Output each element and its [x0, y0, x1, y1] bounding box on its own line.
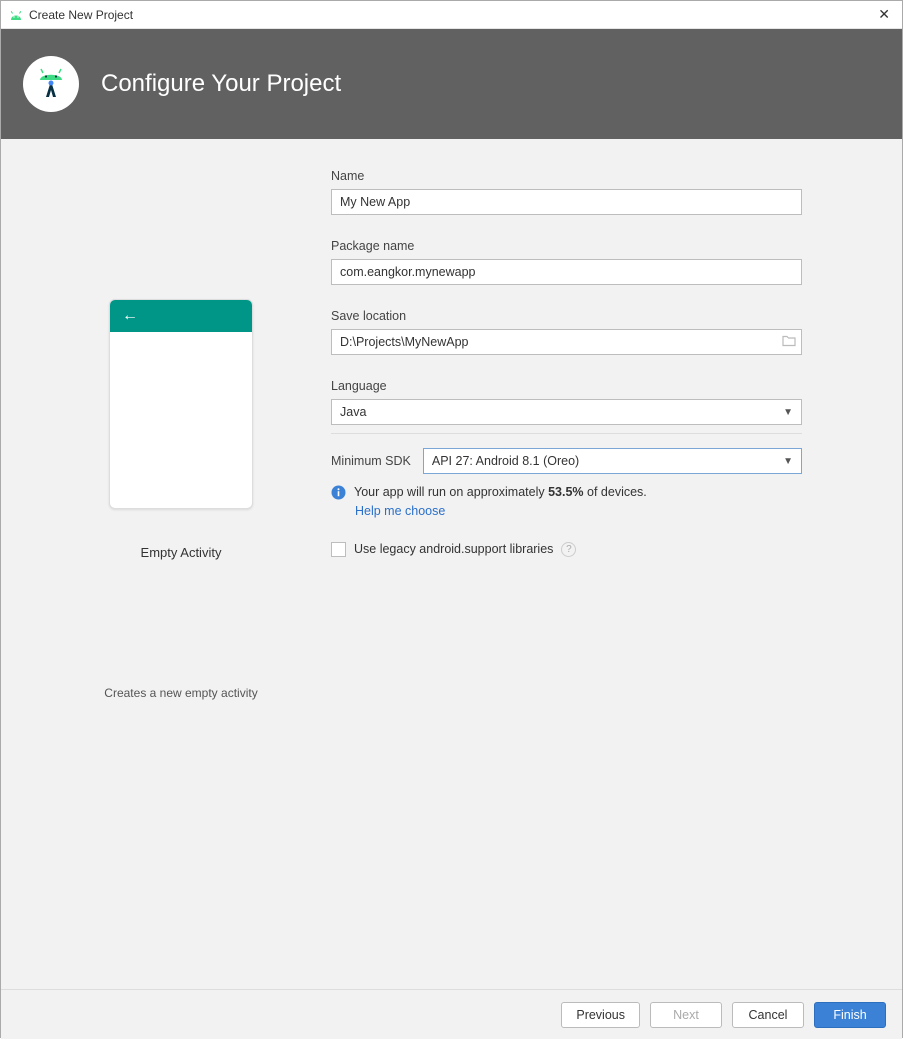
main-content: ← Empty Activity Creates a new empty act…	[1, 139, 902, 989]
sdk-info-block: Your app will run on approximately 53.5%…	[331, 484, 802, 502]
finish-button[interactable]: Finish	[814, 1002, 886, 1028]
name-label: Name	[331, 169, 802, 183]
studio-logo-circle	[23, 56, 79, 112]
help-icon[interactable]: ?	[561, 542, 576, 557]
package-label: Package name	[331, 239, 802, 253]
previous-button[interactable]: Previous	[561, 1002, 640, 1028]
legacy-checkbox-label: Use legacy android.support libraries	[354, 542, 553, 556]
footer-button-bar: Previous Next Cancel Finish	[1, 989, 902, 1039]
min-sdk-row: Minimum SDK API 27: Android 8.1 (Oreo) ▼	[331, 448, 802, 474]
android-studio-icon	[34, 67, 68, 101]
window-title: Create New Project	[29, 8, 874, 22]
phone-topbar: ←	[110, 300, 252, 332]
legacy-checkbox[interactable]	[331, 542, 346, 557]
help-me-choose-link[interactable]: Help me choose	[355, 504, 802, 518]
header-band: Configure Your Project	[1, 29, 902, 139]
name-input[interactable]	[331, 189, 802, 215]
folder-browse-icon[interactable]	[782, 335, 796, 350]
page-title: Configure Your Project	[101, 70, 341, 98]
back-arrow-icon: ←	[122, 307, 138, 325]
form-column: Name Package name Save location Language…	[331, 169, 872, 959]
min-sdk-select[interactable]: API 27: Android 8.1 (Oreo) ▼	[423, 448, 802, 474]
window-title-bar: Create New Project ✕	[1, 1, 902, 29]
min-sdk-label: Minimum SDK	[331, 454, 411, 468]
location-group: Save location	[331, 309, 802, 355]
android-icon	[9, 10, 23, 20]
package-group: Package name	[331, 239, 802, 285]
template-preview-column: ← Empty Activity Creates a new empty act…	[31, 169, 331, 959]
chevron-down-icon: ▼	[783, 407, 793, 418]
package-input[interactable]	[331, 259, 802, 285]
language-select[interactable]: Java ▼	[331, 399, 802, 425]
language-value: Java	[340, 405, 366, 419]
language-group: Language Java ▼	[331, 379, 802, 425]
location-label: Save location	[331, 309, 802, 323]
min-sdk-value: API 27: Android 8.1 (Oreo)	[432, 454, 579, 468]
separator	[331, 433, 802, 434]
name-group: Name	[331, 169, 802, 215]
template-description: Creates a new empty activity	[104, 686, 257, 700]
template-name: Empty Activity	[141, 545, 222, 560]
close-button[interactable]: ✕	[874, 6, 894, 23]
phone-preview: ←	[109, 299, 253, 509]
chevron-down-icon: ▼	[783, 456, 793, 467]
sdk-info-text: Your app will run on approximately 53.5%…	[354, 484, 647, 502]
language-label: Language	[331, 379, 802, 393]
next-button: Next	[650, 1002, 722, 1028]
location-input[interactable]	[331, 329, 802, 355]
cancel-button[interactable]: Cancel	[732, 1002, 804, 1028]
info-icon	[331, 485, 346, 500]
legacy-checkbox-row: Use legacy android.support libraries ?	[331, 542, 802, 557]
